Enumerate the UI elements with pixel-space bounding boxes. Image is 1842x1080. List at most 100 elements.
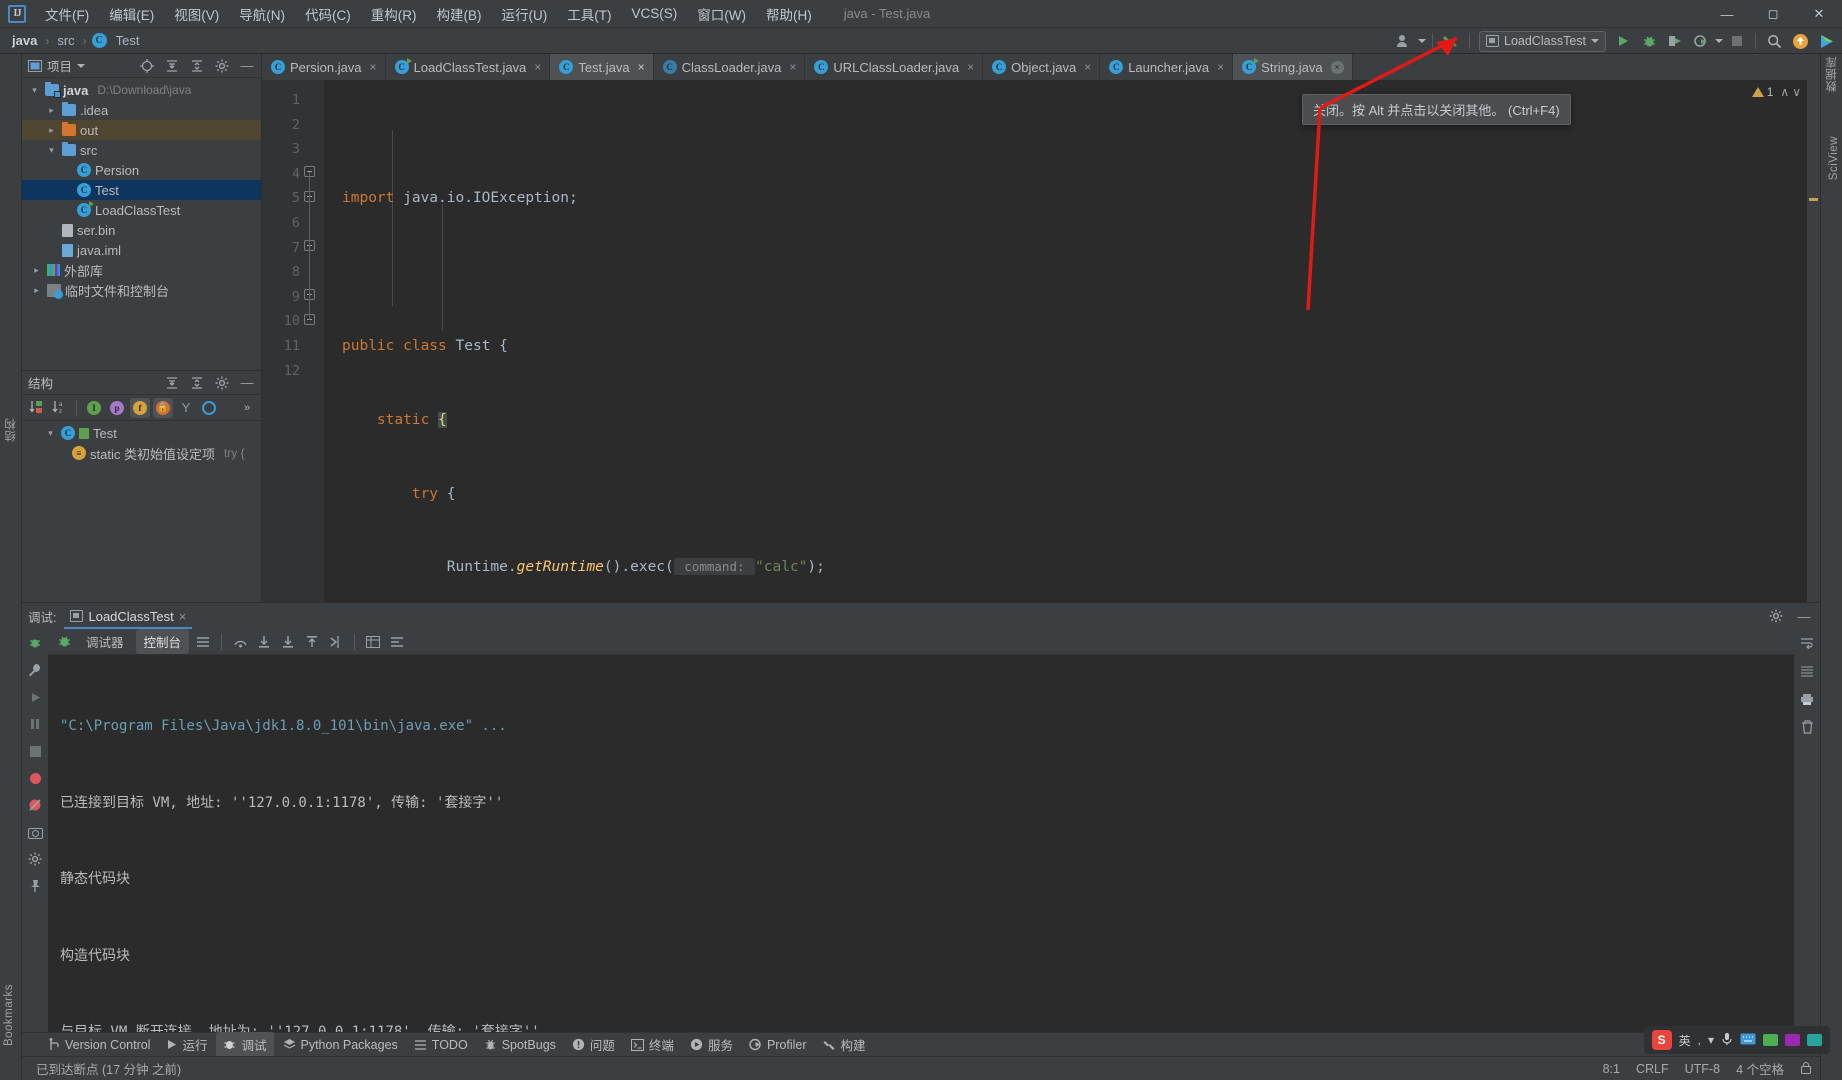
close-icon[interactable]: × (1217, 60, 1224, 74)
evaluate-icon[interactable] (363, 632, 383, 652)
more-icon[interactable]: » (237, 398, 257, 418)
sort-alphabetically-icon[interactable]: az (49, 398, 69, 418)
palette-icon[interactable] (1763, 1034, 1778, 1046)
toolbtn-debug[interactable]: 调试 (216, 1032, 274, 1057)
chevron-down-icon[interactable]: ▾ (1708, 1033, 1714, 1047)
menu-run[interactable]: 运行(U) (492, 0, 558, 28)
collapse-all-icon[interactable] (187, 56, 207, 76)
close-icon[interactable]: × (179, 609, 187, 624)
chevron-up-icon[interactable]: ∧ (1780, 85, 1789, 99)
soft-wrap-icon[interactable] (1797, 633, 1817, 653)
tree-row-serbin[interactable]: ser.bin (22, 220, 261, 240)
close-icon[interactable]: × (534, 60, 541, 74)
close-icon[interactable]: × (789, 60, 796, 74)
tree-row-out[interactable]: ▸ out (22, 120, 261, 140)
show-anonymous-icon[interactable]: Y (176, 398, 196, 418)
caret-position[interactable]: 8:1 (1603, 1062, 1620, 1076)
toolbtn-problems[interactable]: 问题 (565, 1032, 622, 1057)
breadcrumb-src[interactable]: src (54, 32, 77, 49)
expand-all-icon[interactable] (162, 373, 182, 393)
step-over-icon[interactable] (230, 632, 250, 652)
menu-file[interactable]: 文件(F) (35, 0, 99, 28)
debug-session-tab[interactable]: LoadClassTest × (64, 603, 193, 629)
tree-row-persion[interactable]: C Persion (22, 160, 261, 180)
line-separator[interactable]: CRLF (1636, 1062, 1669, 1076)
toolbtn-todo[interactable]: TODO (407, 1035, 475, 1055)
scroll-to-end-icon[interactable] (1797, 661, 1817, 681)
strip-bookmarks[interactable]: Bookmarks (3, 980, 15, 1050)
mute-breakpoints-icon[interactable] (25, 795, 45, 815)
tab-test-java[interactable]: C Test.java × (550, 54, 654, 80)
toolbtn-services[interactable]: 服务 (683, 1032, 740, 1057)
comma-icon[interactable]: , (1698, 1033, 1701, 1047)
collapse-all-icon[interactable] (187, 373, 207, 393)
step-into-icon[interactable] (254, 632, 274, 652)
stop-icon[interactable] (25, 741, 45, 761)
toolbtn-version-control[interactable]: Version Control (40, 1035, 157, 1055)
frames-icon[interactable] (387, 632, 407, 652)
close-icon[interactable]: × (638, 60, 645, 74)
close-icon[interactable]: × (967, 60, 974, 74)
toolbtn-build[interactable]: 构建 (816, 1032, 873, 1057)
mic-icon[interactable] (1721, 1032, 1733, 1049)
tab-loadclasstest-java[interactable]: C LoadClassTest.java × (386, 54, 551, 80)
structure-row-static-init[interactable]: ≡ static 类初始值设定项 try { (22, 443, 261, 463)
structure-row-test[interactable]: ▾ C Test (22, 423, 261, 443)
maximize-icon[interactable]: ◻ (1750, 0, 1796, 28)
search-icon[interactable] (1762, 30, 1786, 52)
pause-icon[interactable] (25, 714, 45, 734)
sort-by-visibility-icon[interactable] (26, 398, 46, 418)
chevron-right-icon[interactable]: ▸ (45, 105, 58, 116)
chevron-down-icon[interactable]: ▾ (45, 145, 58, 156)
hide-panel-icon[interactable]: — (1794, 606, 1814, 626)
toolbtn-run[interactable]: 运行 (159, 1032, 214, 1057)
chevron-right-icon[interactable]: ▸ (30, 265, 43, 276)
run-icon[interactable] (1611, 30, 1635, 52)
chevron-down-icon[interactable] (1715, 39, 1723, 43)
toolbtn-spotbugs[interactable]: SpotBugs (477, 1035, 563, 1055)
pin-icon[interactable] (25, 876, 45, 896)
tree-row-test[interactable]: C Test (22, 180, 261, 200)
tree-row-scratches[interactable]: ▸ 临时文件和控制台 (22, 280, 261, 300)
menu-tools[interactable]: 工具(T) (557, 0, 621, 28)
menu-icon[interactable] (1807, 1034, 1822, 1046)
breadcrumb-class[interactable]: Test (113, 32, 143, 49)
autoscroll-icon[interactable] (199, 398, 219, 418)
gear-icon[interactable] (1766, 606, 1786, 626)
sogou-logo-icon[interactable]: S (1651, 1030, 1672, 1050)
tree-row-idea[interactable]: ▸ .idea (22, 100, 261, 120)
code-content[interactable]: import java.io.IOException; public class… (324, 80, 1806, 602)
ime-language-label[interactable]: 英 (1679, 1032, 1691, 1049)
tree-row-java-module[interactable]: ▾ java D:\Download\java (22, 80, 261, 100)
tab-urlclassloader-java[interactable]: C URLClassLoader.java × (805, 54, 984, 80)
expand-all-icon[interactable] (162, 56, 182, 76)
show-inherited-icon[interactable]: I (84, 398, 104, 418)
debug-console-output[interactable]: "C:\Program Files\Java\jdk1.8.0_101\bin\… (48, 655, 1794, 1032)
clear-all-icon[interactable] (1797, 717, 1817, 737)
chevron-right-icon[interactable]: ▸ (45, 125, 58, 136)
menu-refactor[interactable]: 重构(R) (361, 0, 427, 28)
chevron-down-icon[interactable]: ∨ (1792, 85, 1801, 99)
hide-panel-icon[interactable]: — (237, 373, 257, 393)
chevron-down-icon[interactable]: ▾ (44, 428, 57, 439)
run-with-coverage-icon[interactable] (1663, 30, 1687, 52)
menu-edit[interactable]: 编辑(E) (99, 0, 164, 28)
profiler-run-icon[interactable] (1689, 30, 1713, 52)
hammer-build-icon[interactable] (1439, 30, 1463, 52)
chevron-right-icon[interactable]: ▸ (30, 285, 43, 296)
nav-play-icon[interactable] (1814, 30, 1838, 52)
warning-mark[interactable] (1809, 198, 1818, 201)
tab-persion-java[interactable]: C Persion.java × (262, 54, 386, 80)
tab-classloader-java[interactable]: C ClassLoader.java × (654, 54, 806, 80)
settings-icon[interactable] (25, 849, 45, 869)
run-to-cursor-icon[interactable] (326, 632, 346, 652)
chevron-down-icon[interactable] (1418, 39, 1426, 43)
wrench-icon[interactable] (25, 660, 45, 680)
error-stripe-gutter[interactable] (1806, 80, 1820, 602)
menu-help[interactable]: 帮助(H) (756, 0, 822, 28)
tab-string-java[interactable]: C String.java × (1233, 54, 1353, 80)
show-properties-icon[interactable]: p (107, 398, 127, 418)
toolbtn-terminal[interactable]: 终端 (624, 1032, 681, 1057)
gear-icon[interactable] (212, 56, 232, 76)
tree-row-external-libraries[interactable]: ▸ 外部库 (22, 260, 261, 280)
